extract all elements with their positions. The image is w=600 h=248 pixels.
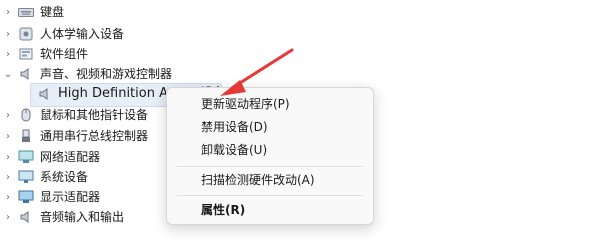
tree-item-label: 音频输入和输出 bbox=[40, 210, 125, 224]
arrow-shaft bbox=[230, 48, 294, 90]
network-adapter-icon bbox=[18, 147, 34, 167]
menu-item-update-driver[interactable]: 更新驱动程序(P) bbox=[167, 93, 373, 115]
tree-item-label: 网络适配器 bbox=[40, 150, 101, 164]
menu-item-disable-device[interactable]: 禁用设备(D) bbox=[167, 116, 373, 138]
menu-item-label: 禁用设备(D) bbox=[201, 120, 268, 134]
tree-item-label: 系统设备 bbox=[40, 170, 89, 184]
chevron-right-icon[interactable]: › bbox=[3, 187, 13, 207]
system-device-icon bbox=[18, 167, 34, 187]
menu-separator bbox=[177, 166, 363, 167]
keyboard-icon bbox=[18, 2, 34, 22]
chevron-right-icon[interactable]: › bbox=[3, 207, 13, 227]
software-component-icon bbox=[18, 44, 34, 64]
context-menu: 更新驱动程序(P) 禁用设备(D) 卸载设备(U) 扫描检测硬件改动(A) 属性… bbox=[166, 87, 374, 225]
tree-item-label: 显示适配器 bbox=[40, 190, 101, 204]
chevron-right-icon[interactable]: › bbox=[3, 105, 13, 125]
tree-item-label: 人体学输入设备 bbox=[40, 27, 125, 41]
tree-item-label: 软件组件 bbox=[40, 47, 89, 61]
tree-item-label: 声音、视频和游戏控制器 bbox=[40, 67, 173, 81]
usb-icon bbox=[18, 126, 34, 146]
menu-item-label: 卸载设备(U) bbox=[201, 143, 268, 157]
chevron-right-icon[interactable]: › bbox=[3, 147, 13, 167]
tree-item-label: 键盘 bbox=[40, 5, 65, 19]
chevron-right-icon[interactable]: › bbox=[3, 126, 13, 146]
chevron-right-icon[interactable]: › bbox=[3, 44, 13, 64]
device-manager-window: › 键盘 › 人体学输入设备 › 软件组件 ⌄ 声音、视频和游戏控制器 High… bbox=[0, 0, 600, 248]
chevron-right-icon[interactable]: › bbox=[3, 2, 13, 22]
menu-separator bbox=[177, 195, 363, 196]
mouse-icon bbox=[18, 105, 34, 125]
menu-item-label: 扫描检测硬件改动(A) bbox=[201, 173, 315, 187]
tree-item-label: 通用串行总线控制器 bbox=[40, 129, 149, 143]
hid-icon bbox=[18, 24, 34, 44]
menu-item-label: 属性(R) bbox=[201, 203, 246, 217]
chevron-right-icon[interactable]: › bbox=[3, 167, 13, 187]
display-adapter-icon bbox=[18, 187, 34, 207]
chevron-right-icon[interactable]: › bbox=[3, 24, 13, 44]
menu-item-properties[interactable]: 属性(R) bbox=[167, 199, 373, 221]
chevron-down-icon[interactable]: ⌄ bbox=[3, 64, 13, 84]
menu-item-uninstall-device[interactable]: 卸载设备(U) bbox=[167, 139, 373, 161]
menu-item-label: 更新驱动程序(P) bbox=[201, 97, 290, 111]
tree-item-label: 鼠标和其他指针设备 bbox=[40, 108, 149, 122]
menu-item-scan-hardware-changes[interactable]: 扫描检测硬件改动(A) bbox=[167, 169, 373, 191]
speaker-icon bbox=[37, 84, 53, 104]
speaker-icon bbox=[18, 64, 34, 84]
speaker-icon bbox=[18, 207, 34, 227]
